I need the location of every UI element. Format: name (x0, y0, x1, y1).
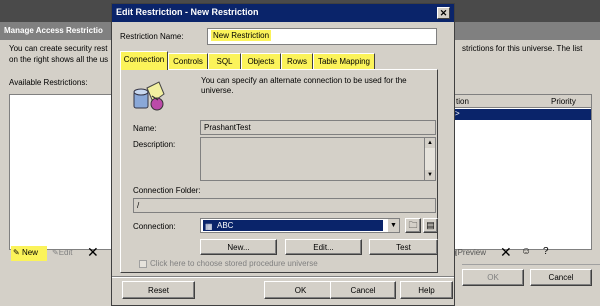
restriction-name-label: Restriction Name: (120, 32, 184, 41)
tab-objects[interactable]: Objects (241, 53, 281, 69)
divider (112, 276, 454, 278)
dialog-title: Edit Restriction - New Restriction (112, 4, 454, 22)
checkbox-box[interactable] (139, 259, 147, 268)
description-label: Description: (133, 140, 176, 149)
table-row[interactable]: > (455, 109, 591, 120)
connection-label: Connection: (133, 222, 176, 231)
ok-button[interactable]: OK (264, 281, 337, 299)
new-icon: ✎ (13, 248, 20, 257)
edit-icon: ✎ (52, 248, 59, 257)
edit-connection-button[interactable]: Edit... (285, 239, 362, 255)
reset-button[interactable]: Reset (122, 281, 195, 299)
tab-rows[interactable]: Rows (281, 53, 313, 69)
restriction-name-input[interactable]: New Restriction (207, 28, 437, 45)
restriction-name-value: New Restriction (211, 30, 272, 41)
column-header-priority[interactable]: Priority (551, 97, 576, 106)
preview-button[interactable]: ▣Preview (450, 248, 486, 257)
remove-icon[interactable]: ✕ (500, 244, 512, 261)
preview-button-label: Preview (457, 248, 487, 257)
chevron-down-icon[interactable]: ▼ (387, 219, 399, 232)
connection-description-text: You can specify an alternate connection … (201, 76, 407, 95)
folder-icon[interactable]: 🗀 (405, 218, 421, 233)
database-icon: ▦ (205, 222, 213, 231)
connection-select[interactable]: ABC ▦ ▼ (200, 218, 400, 233)
edit-button-label: Edit (58, 248, 73, 257)
tab-table-mapping[interactable]: Table Mapping (313, 53, 375, 69)
tab-controls[interactable]: Controls (168, 53, 208, 69)
restrictions-table[interactable]: tion Priority > (454, 94, 592, 250)
cancel-button[interactable]: Cancel (330, 281, 396, 299)
connection-select-value: ABC (203, 220, 383, 231)
properties-icon[interactable]: ▤ (423, 218, 438, 233)
restrictions-table-header: tion Priority (455, 95, 591, 108)
name-field[interactable]: PrashantTest (200, 120, 436, 135)
background-cancel-button[interactable]: Cancel (530, 269, 592, 286)
delete-restriction-icon[interactable]: ✕ (87, 244, 99, 261)
new-button-label: New (21, 248, 38, 257)
background-ok-button[interactable]: OK (462, 269, 524, 286)
edit-restriction-dialog: Edit Restriction - New Restriction ✕ Res… (111, 3, 455, 306)
connection-tab-panel: You can specify an alternate connection … (120, 69, 438, 273)
divider (462, 264, 600, 265)
tab-sql[interactable]: SQL (208, 53, 241, 69)
tab-connection[interactable]: Connection (120, 51, 168, 70)
stored-procedure-checkbox[interactable]: Click here to choose stored procedure un… (139, 259, 318, 268)
connection-value-text: ABC (217, 221, 234, 230)
test-connection-button[interactable]: Test (369, 239, 438, 255)
scroll-down-icon[interactable]: ▼ (425, 170, 435, 180)
help-button[interactable]: Help (400, 281, 453, 299)
close-icon[interactable]: ✕ (437, 7, 450, 19)
edit-restriction-button[interactable]: ✎Edit (52, 248, 73, 257)
available-restrictions-label: Available Restrictions: (9, 78, 88, 87)
description-field[interactable]: ▲ ▼ (200, 137, 436, 181)
description-scrollbar[interactable]: ▲ ▼ (424, 138, 435, 180)
new-restriction-button[interactable]: ✎ New (11, 246, 47, 261)
connection-icon (133, 81, 165, 111)
help-icon[interactable]: ? (543, 246, 549, 257)
column-header-restriction[interactable]: tion (456, 97, 469, 106)
group-users-icon[interactable]: ☺ (521, 246, 531, 257)
background-intro-right: strictions for this universe. The list (462, 44, 583, 53)
new-connection-button[interactable]: New... (200, 239, 277, 255)
available-restrictions-list[interactable] (9, 94, 113, 250)
scroll-up-icon[interactable]: ▲ (425, 138, 435, 148)
stored-procedure-label: Click here to choose stored procedure un… (150, 259, 318, 268)
connection-folder-field[interactable]: / (133, 198, 436, 213)
name-label: Name: (133, 124, 157, 133)
background-intro-left: You can create security rest on the righ… (9, 44, 109, 64)
connection-folder-label: Connection Folder: (133, 186, 201, 195)
